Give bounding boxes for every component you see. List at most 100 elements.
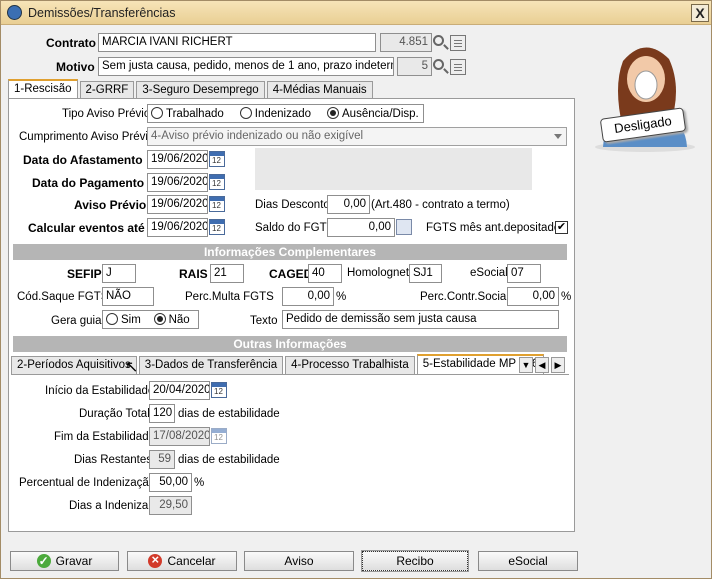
caged-field[interactable]: 40 [308,264,342,283]
cumprimento-label: Cumprimento Aviso Prévio [19,131,155,143]
main-tabs: 1-Rescisão 2-GRRF 3-Seguro Desemprego 4-… [8,79,375,99]
dias-desconto-field[interactable]: 0,00 [327,195,370,214]
rais-label: RAIS [179,267,208,281]
indenizar-label: Dias a Indenizar [69,500,153,512]
saque-label: Cód.Saque FGTS [17,291,109,303]
duracao-label: Duração Total [79,408,150,420]
search-icon[interactable] [433,35,444,46]
restantes-label: Dias Restantes [74,454,152,466]
radio-trabalhado[interactable]: Trabalhado [151,107,224,120]
saldo-fgts-field[interactable]: 0,00 [327,218,395,237]
avatar: Desligado [589,29,705,155]
radio-indenizado[interactable]: Indenizado [239,107,311,120]
multa-pct: % [336,291,347,303]
outras-section-header: Outras Informações [13,336,567,352]
motivo-field[interactable]: Sem justa causa, pedido, menos de 1 ano,… [98,57,394,76]
fgts-ant-label: FGTS mês ant.depositado [426,222,561,234]
calculator-icon[interactable] [396,219,412,235]
calendar-icon[interactable] [209,174,225,190]
aviso-button[interactable]: Aviso [244,551,354,571]
calcular-label: Calcular eventos até [28,221,145,235]
homolognet-field[interactable]: SJ1 [409,264,442,283]
pagamento-label: Data do Pagamento [32,176,145,190]
restantes-field[interactable]: 59 [149,450,175,469]
saque-field[interactable]: NÃO [102,287,154,306]
contr-field[interactable]: 0,00 [507,287,559,306]
multa-field[interactable]: 0,00 [282,287,334,306]
tab-seguro-desemprego[interactable]: 3-Seguro Desemprego [136,81,265,99]
tab-grrf[interactable]: 2-GRRF [79,81,135,99]
art480-label: (Art.480 - contrato a termo) [371,199,510,211]
indenizar-field[interactable]: 29,50 [149,496,192,515]
tab-rescisao[interactable]: 1-Rescisão [8,79,78,99]
tabs-next-icon[interactable]: ▶ [551,357,565,373]
pagamento-field[interactable]: 19/06/2020 [147,173,208,192]
tipo-aviso-label: Tipo Aviso Prévio [62,108,151,120]
tabs-dropdown-icon[interactable]: ▼ [519,357,533,373]
mouse-cursor-icon: ↖ [125,359,139,376]
calendar-icon[interactable] [209,151,225,167]
contrato-name-field[interactable]: MARCIA IVANI RICHERT [98,33,376,52]
details-icon[interactable] [450,59,466,75]
radio-ausencia[interactable]: Ausência/Disp. [327,107,419,120]
cancelar-button[interactable]: Cancelar [127,551,237,571]
details-icon[interactable] [450,35,466,51]
fim-field[interactable]: 17/08/2020 [149,427,210,446]
perc-pct: % [194,477,205,489]
fgts-ant-checkbox[interactable]: ✔ [555,221,568,234]
tabs-prev-icon[interactable]: ◀ [535,357,549,373]
tab-processo-trabalhista[interactable]: 4-Processo Trabalhista [285,356,415,374]
calendar-icon[interactable] [211,382,227,398]
duracao-unit: dias de estabilidade [178,408,280,420]
tab-dados-transferencia[interactable]: 3-Dados de Transferência [138,356,284,374]
app-icon [7,5,22,20]
cumprimento-select[interactable]: 4-Aviso prévio indenizado ou não exigíve… [147,127,567,146]
calendar-icon[interactable] [209,219,225,235]
texto-field[interactable]: Pedido de demissão sem justa causa [282,310,559,329]
esocial-field[interactable]: 07 [507,264,541,283]
afastamento-label: Data do Afastamento [23,153,143,167]
caged-label: CAGED [269,267,313,281]
dialog-window: Demissões/Transferências X Contrato MARC… [0,0,712,579]
duracao-field[interactable]: 120 [149,404,175,423]
compl-section-header: Informações Complementares [13,244,567,260]
motivo-label: Motivo [56,60,95,74]
aviso-previo-label: Aviso Prévio [74,198,147,212]
chevron-down-icon [554,134,562,139]
search-icon[interactable] [433,59,444,70]
rais-field[interactable]: 21 [210,264,244,283]
contr-label: Perc.Contr.Social [420,291,509,303]
esocial-label: eSocial [470,267,508,279]
perc-field[interactable]: 50,00 [149,473,192,492]
sefip-field[interactable]: J [102,264,136,283]
gravar-button[interactable]: Gravar [10,551,119,571]
inicio-field[interactable]: 20/04/2020 [149,381,210,400]
tab-divider [11,374,569,375]
calendar-icon[interactable] [211,428,227,444]
tab-medias-manuais[interactable]: 4-Médias Manuais [266,81,373,99]
esocial-button[interactable]: eSocial [478,551,578,571]
contr-pct: % [561,291,572,303]
cancel-icon [148,551,163,569]
tab-periodos-aquisitivos[interactable]: 2-Períodos Aquisitivos [11,356,137,374]
check-icon [36,552,51,570]
dias-desconto-label: Dias Desconto [255,199,330,211]
aviso-previo-field[interactable]: 19/06/2020 [147,195,208,214]
outras-tabs: 2-Períodos Aquisitivos 3-Dados de Transf… [11,354,546,374]
window-title: Demissões/Transferências [28,6,176,20]
calcular-field[interactable]: 19/06/2020 [147,218,208,237]
tipo-aviso-group: Trabalhado Indenizado Ausência/Disp. [147,104,424,123]
saldo-fgts-label: Saldo do FGTS [255,222,335,234]
multa-label: Perc.Multa FGTS [185,291,274,303]
radio-sim[interactable]: Sim [106,313,141,326]
recibo-button[interactable]: Recibo [361,550,469,572]
calendar-icon[interactable] [209,196,225,212]
motivo-code-field[interactable]: 5 [397,57,432,76]
radio-nao[interactable]: Não [153,313,190,326]
info-box [255,148,532,190]
close-button[interactable]: X [691,4,709,22]
afastamento-field[interactable]: 19/06/2020 [147,150,208,169]
contrato-code-field[interactable]: 4.851 [380,33,432,52]
texto-label: Texto [250,315,278,327]
inicio-label: Início da Estabilidade [45,385,155,397]
